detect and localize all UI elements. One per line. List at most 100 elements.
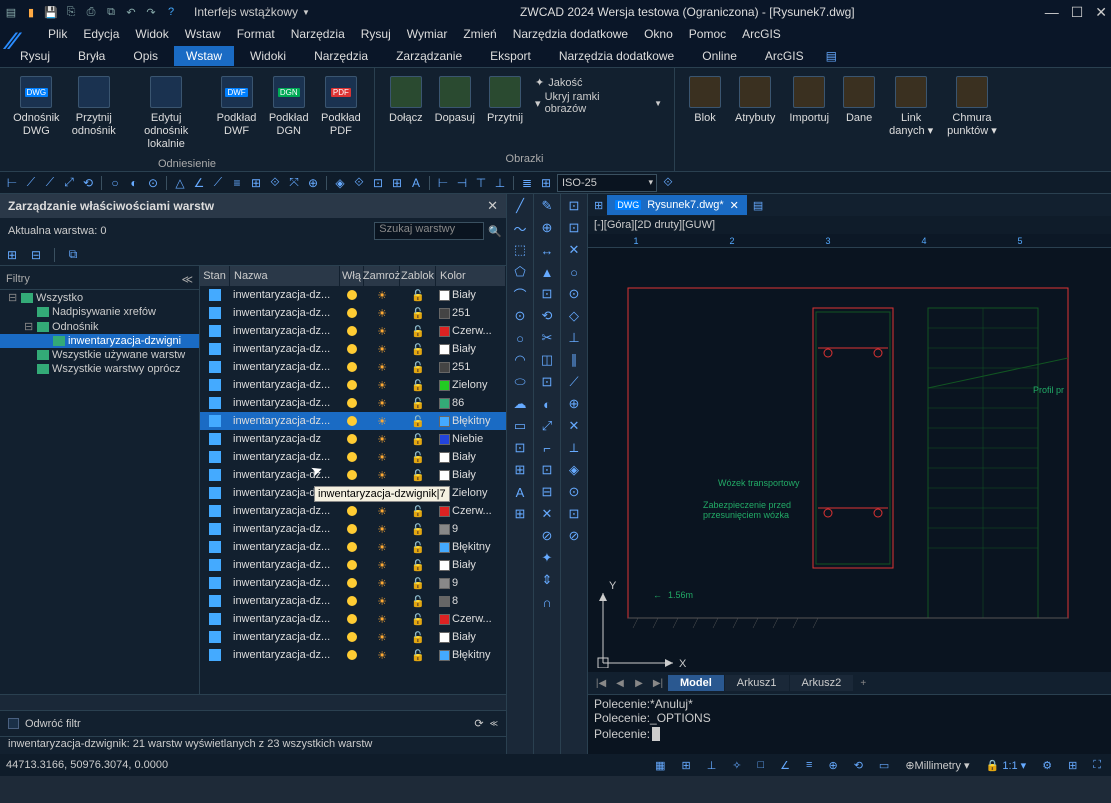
tree-item[interactable]: inwentaryzacja-dzwigni [0, 334, 199, 348]
toolbar-button[interactable]: ⊟ [536, 482, 558, 502]
table-row[interactable]: inwentaryzacja-dz...☀🔓 9 [200, 574, 506, 592]
tool-icon[interactable]: ⟐ [267, 175, 283, 191]
rtab-extra-icon[interactable]: ▤ [820, 46, 843, 66]
toolbar-button[interactable]: ⊡ [536, 460, 558, 480]
table-row[interactable]: inwentaryzacja-dz...☀🔓 Biały [200, 556, 506, 574]
rtab-narzedzia[interactable]: Narzędzia [302, 46, 380, 66]
table-row[interactable]: inwentaryzacja-dz☀🔓 Niebie [200, 430, 506, 448]
sb-max-icon[interactable]: ⛶ [1089, 759, 1105, 772]
table-row[interactable]: inwentaryzacja-dz...☀🔓 Zielony [200, 376, 506, 394]
qat-preview-icon[interactable]: ⧉ [104, 5, 118, 19]
toolbar-button[interactable]: ✕ [536, 504, 558, 524]
tool-icon[interactable]: ⟋ [23, 175, 39, 191]
rtab-bryla[interactable]: Bryła [66, 46, 117, 66]
close-tab-icon[interactable]: ✕ [730, 199, 739, 212]
table-row[interactable]: inwentaryzacja-dz...☀🔓 Czerw... [200, 502, 506, 520]
sb-cycle-icon[interactable]: ⟲ [850, 759, 867, 772]
tool-icon[interactable]: ○ [107, 175, 123, 191]
coordinates[interactable]: 44713.3166, 50976.3074, 0.0000 [6, 759, 168, 771]
toolbar-button[interactable]: ⊡ [563, 196, 585, 216]
interface-mode-dropdown[interactable]: Interfejs wstążkowy▼ [194, 5, 310, 19]
sb-otrack-icon[interactable]: ∠ [776, 759, 794, 772]
menu-narzedzia[interactable]: Narzędzia [291, 27, 345, 41]
sb-lwt-icon[interactable]: ≡ [802, 759, 816, 771]
refresh-icon[interactable]: ⟳ [474, 717, 483, 730]
menu-wymiar[interactable]: Wymiar [407, 27, 448, 41]
ribbon-button[interactable]: Blok [683, 72, 727, 163]
tool-icon[interactable]: ⤧ [286, 175, 302, 191]
menu-narzedzia-dod[interactable]: Narzędzia dodatkowe [513, 27, 628, 41]
tree-item[interactable]: Wszystkie używane warstw [0, 348, 199, 362]
tool-icon[interactable]: ∠ [191, 175, 207, 191]
sb-osnap-icon[interactable]: □ [754, 759, 769, 771]
toolbar-button[interactable]: ⊕ [563, 394, 585, 414]
toolbar-button[interactable]: ✎ [536, 196, 558, 216]
table-row[interactable]: inwentaryzacja-dz...☀🔓 Biały [200, 448, 506, 466]
sb-scale-icon[interactable]: 🔒 1:1 ▾ [982, 759, 1031, 772]
toolbar-button[interactable]: ⊙ [509, 306, 531, 326]
table-row[interactable]: inwentaryzacja-dz...☀🔓 Błękitny [200, 538, 506, 556]
ribbon-button[interactable]: Przytnij [481, 72, 529, 151]
toolbar-button[interactable]: ∥ [563, 350, 585, 370]
ribbon-button[interactable]: Chmurapunktów ▾ [941, 72, 1003, 163]
table-row[interactable]: inwentaryzacja-dz...☀🔓 Biały [200, 628, 506, 646]
tree-item[interactable]: Nadpisywanie xrefów [0, 305, 199, 319]
tool-icon[interactable]: ⊕ [305, 175, 321, 191]
ribbon-button[interactable]: Edytuj odnośniklokalnie [123, 72, 210, 156]
menu-plik[interactable]: Plik [48, 27, 67, 41]
toolbar-button[interactable]: ⊙ [563, 284, 585, 304]
qat-new-icon[interactable]: ▤ [4, 5, 18, 19]
maximize-button[interactable]: ☐ [1071, 4, 1084, 21]
new-filter-icon[interactable]: ⊞ [4, 247, 20, 263]
toolbar-button[interactable]: ✂ [536, 328, 558, 348]
tab-nav-first[interactable]: |◀ [592, 678, 610, 689]
sb-polar-icon[interactable]: ✧ [728, 759, 745, 772]
search-icon[interactable]: 🔍 [488, 225, 502, 238]
home-tab-icon[interactable]: ⊞ [590, 199, 607, 212]
sb-extra-icon[interactable]: ⊞ [1064, 759, 1081, 772]
tab-arkusz2[interactable]: Arkusz2 [790, 675, 854, 691]
toolbar-button[interactable]: ⊞ [509, 504, 531, 524]
tree-item[interactable]: Wszystkie warstwy oprócz [0, 362, 199, 376]
search-input[interactable]: Szukaj warstwy [374, 222, 484, 240]
toolbar-button[interactable]: ⊡ [536, 372, 558, 392]
qat-undo-icon[interactable]: ↶ [124, 5, 138, 19]
table-row[interactable]: inwentaryzacja-dz...☀🔓 Czerw... [200, 610, 506, 628]
rtab-eksport[interactable]: Eksport [478, 46, 543, 66]
tool-icon[interactable]: ⊣ [454, 175, 470, 191]
toolbar-button[interactable]: ◠ [509, 350, 531, 370]
ribbon-button[interactable]: Importuj [783, 72, 835, 163]
toolbar-button[interactable]: ∩ [536, 592, 558, 612]
toolbar-button[interactable]: ⊘ [536, 526, 558, 546]
close-icon[interactable]: ✕ [487, 198, 498, 214]
table-row[interactable]: inwentaryzacja-dz...☀🔓 Biały [200, 286, 506, 304]
tab-nav-prev[interactable]: ◀ [611, 678, 629, 689]
qat-redo-icon[interactable]: ↷ [144, 5, 158, 19]
toolbar-button[interactable]: ⟂ [563, 438, 585, 458]
toolbar-button[interactable]: ⤢ [536, 416, 558, 436]
toolbar-button[interactable]: ⊞ [509, 460, 531, 480]
menu-wstaw[interactable]: Wstaw [185, 27, 221, 41]
toolbar-button[interactable]: ☁ [509, 394, 531, 414]
rtab-wstaw[interactable]: Wstaw [174, 46, 234, 66]
tree-item[interactable]: ⊟Wszystko [0, 290, 199, 305]
toolbar-button[interactable]: ⊥ [563, 328, 585, 348]
toolbar-button[interactable]: 〜 [509, 218, 531, 238]
tool-icon[interactable]: ⊞ [248, 175, 264, 191]
invert-filter-checkbox[interactable] [8, 718, 19, 729]
ribbon-button[interactable]: DWFPodkładDWF [211, 72, 261, 156]
tool-icon[interactable]: ⟲ [80, 175, 96, 191]
tool-icon[interactable]: ⤢ [61, 175, 77, 191]
tab-add[interactable]: + [854, 678, 872, 689]
tool-icon[interactable]: ⊙ [145, 175, 161, 191]
hscrollbar[interactable] [0, 694, 506, 710]
table-row[interactable]: inwentaryzacja-dz...☀🔓 Błękitny [200, 646, 506, 664]
table-row[interactable]: inwentaryzacja-dz...☀🔓 Biały [200, 340, 506, 358]
toolbar-button[interactable]: ✕ [563, 240, 585, 260]
toolbar-button[interactable]: ⊘ [563, 526, 585, 546]
tool-icon[interactable]: ◈ [332, 175, 348, 191]
menu-rysuj[interactable]: Rysuj [361, 27, 391, 41]
tab-nav-last[interactable]: ▶| [649, 678, 667, 689]
sb-model-icon[interactable]: ▭ [875, 759, 893, 772]
minimize-button[interactable]: — [1045, 4, 1059, 21]
